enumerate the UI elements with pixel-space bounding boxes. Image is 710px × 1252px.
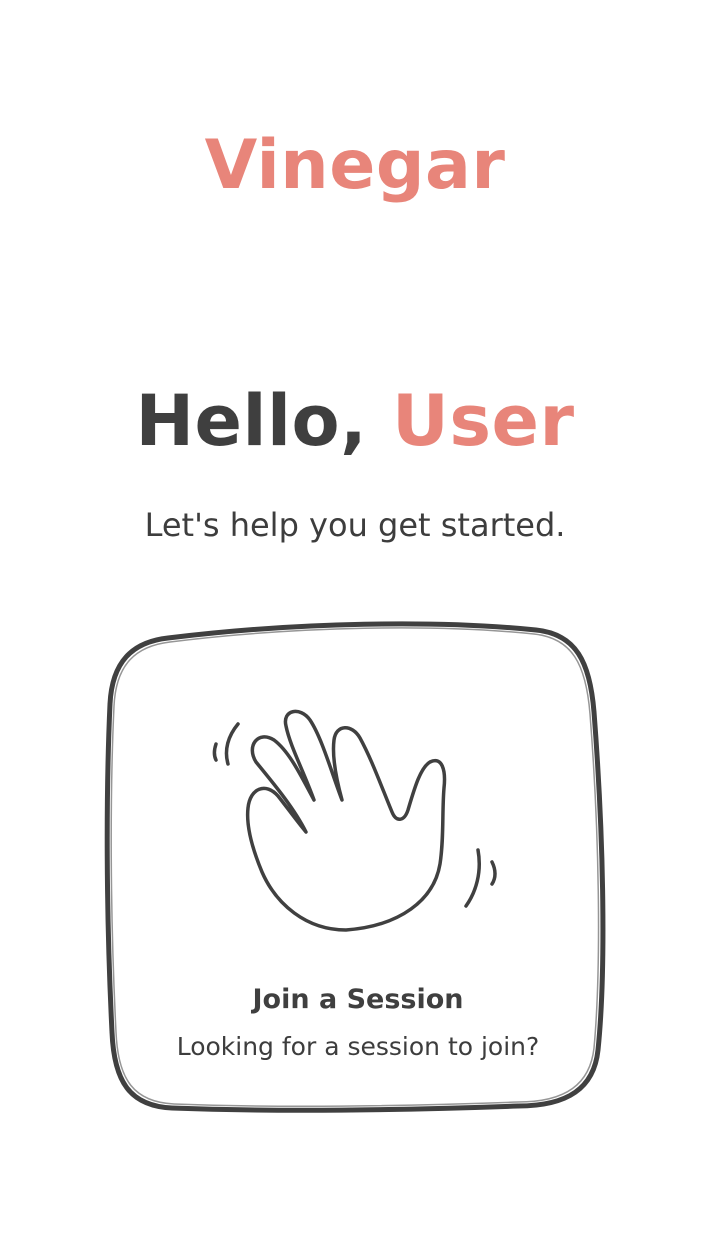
greeting-heading: Hello, User: [0, 378, 710, 464]
join-session-card[interactable]: Join a Session Looking for a session to …: [98, 612, 618, 1122]
app-logo-text: Vinegar: [204, 126, 506, 205]
card-title: Join a Session: [252, 984, 464, 1015]
subtitle-text: Let's help you get started.: [144, 506, 566, 544]
card-description: Looking for a session to join?: [176, 1032, 540, 1061]
waving-hand-icon: [212, 709, 497, 932]
user-name: User: [392, 380, 575, 462]
greeting-prefix: Hello,: [135, 380, 368, 462]
